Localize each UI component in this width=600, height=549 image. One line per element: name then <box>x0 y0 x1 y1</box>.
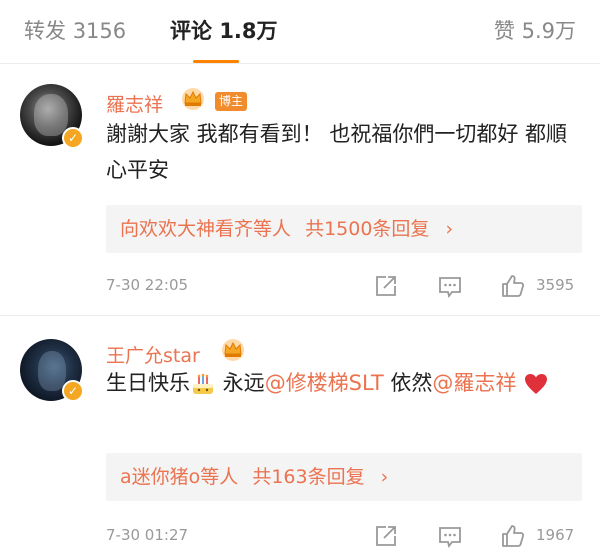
username[interactable]: 王广允star <box>106 341 200 368</box>
tab-repost[interactable]: 转发 3156 <box>24 15 126 45</box>
comment-text: 生日快乐 永远@修楼梯SLT 依然@羅志祥 <box>106 365 586 401</box>
comment-text-middle: 永远 <box>216 371 265 395</box>
tab-comments-count: 1.8万 <box>219 19 278 43</box>
heart-icon <box>525 374 548 394</box>
share-icon[interactable] <box>373 273 399 299</box>
like-count: 1967 <box>536 526 575 544</box>
username[interactable]: 羅志祥 <box>106 90 163 117</box>
active-tab-indicator <box>193 60 239 63</box>
host-badge: 博主 <box>215 92 248 111</box>
like-icon[interactable] <box>500 523 526 549</box>
like-icon[interactable] <box>500 273 526 299</box>
comment-text: 謝謝大家 我都有看到！ 也祝福你們一切都好 都順心平安 <box>106 122 568 182</box>
comment-icon[interactable] <box>437 273 463 299</box>
crown-icon <box>182 88 204 110</box>
replies-link[interactable]: 向欢欢大神看齐等人 共1500条回复 › <box>106 205 582 253</box>
avatar-face <box>34 94 68 136</box>
verified-icon: ✓ <box>62 127 84 149</box>
tab-comments-label: 评论 <box>170 19 212 43</box>
share-icon[interactable] <box>373 523 399 549</box>
comment-tabs: 转发 3156 评论 1.8万 赞 5.9万 <box>0 0 600 64</box>
tab-likes-label: 赞 <box>493 19 515 43</box>
tab-likes-count: 5.9万 <box>521 19 576 43</box>
comment-text-before: 生日快乐 <box>106 371 190 395</box>
tab-likes[interactable]: 赞 5.9万 <box>494 15 576 45</box>
verified-icon: ✓ <box>62 380 84 402</box>
crown-icon <box>222 339 244 361</box>
comment-text-between: 依然 <box>383 371 433 395</box>
comment-time: 7-30 01:27 <box>106 526 189 544</box>
replies-total: 共163条回复 <box>252 466 365 488</box>
comment-item: ✓ 羅志祥 博主 謝謝大家 我都有看到！ 也祝福你們一切都好 都順心平安 向欢欢… <box>0 64 600 316</box>
comment-item: ✓ 王广允star 生日快乐 永远@修楼梯SLT 依然@羅志祥 a迷你猪o等人 … <box>0 317 600 549</box>
birthday-cake-icon <box>193 373 213 394</box>
chevron-right-icon: › <box>380 466 389 488</box>
comment-meta: 7-30 22:05 3595 <box>0 270 600 300</box>
replies-users: 向欢欢大神看齐等人 <box>120 218 292 240</box>
tab-repost-count: 3156 <box>72 19 127 43</box>
mention-link[interactable]: @修楼梯SLT <box>265 371 384 395</box>
avatar-face <box>38 351 66 391</box>
comment-meta: 7-30 01:27 1967 <box>0 520 600 549</box>
tab-comments[interactable]: 评论 1.8万 <box>170 15 278 45</box>
tab-repost-label: 转发 <box>24 19 66 43</box>
like-count: 3595 <box>536 276 575 294</box>
mention-link[interactable]: @羅志祥 <box>432 371 516 395</box>
comment-icon[interactable] <box>437 523 463 549</box>
replies-link[interactable]: a迷你猪o等人 共163条回复 › <box>106 453 582 501</box>
replies-users: a迷你猪o等人 <box>120 466 239 488</box>
replies-total: 共1500条回复 <box>305 218 430 240</box>
comment-time: 7-30 22:05 <box>106 276 189 294</box>
chevron-right-icon: › <box>445 218 454 240</box>
